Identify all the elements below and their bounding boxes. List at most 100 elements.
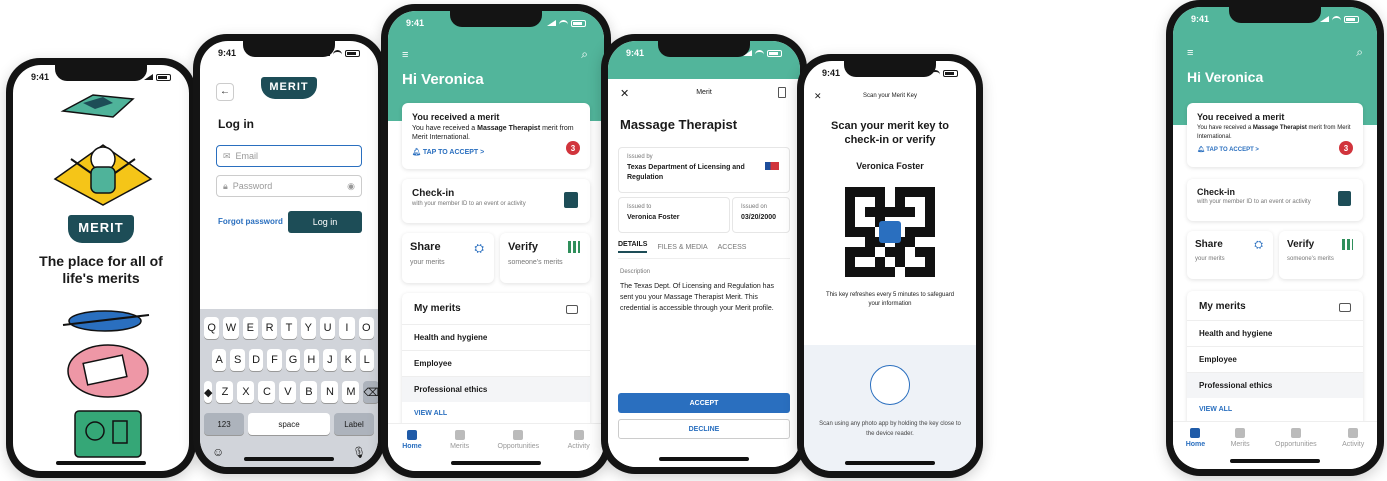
tab-details[interactable]: DETAILS	[618, 241, 648, 253]
qr-module	[865, 257, 875, 267]
merit-list-item[interactable]: Professional ethics	[402, 376, 590, 402]
keyboard-row-4: 123 space Label	[204, 413, 374, 435]
tab-home[interactable]: Home	[1186, 428, 1205, 469]
qr-module	[925, 267, 935, 277]
key-m[interactable]: M	[342, 381, 360, 403]
filter-icon[interactable]: ≡	[1187, 47, 1193, 59]
key-w[interactable]: W	[223, 317, 239, 339]
email-field[interactable]: ✉ Email	[216, 145, 362, 167]
merit-list-item[interactable]: Health and hygiene	[1187, 320, 1363, 346]
key-u[interactable]: U	[319, 317, 336, 339]
verify-card[interactable]: Verify someone's merits	[500, 233, 590, 283]
tab-home[interactable]: Home	[402, 430, 422, 471]
shift-key[interactable]: ◆	[204, 381, 213, 403]
checkin-card[interactable]: Check-in with your member ID to an event…	[402, 179, 590, 223]
trash-icon[interactable]	[778, 87, 786, 98]
key-b[interactable]: B	[300, 381, 318, 403]
key-i[interactable]: I	[339, 317, 355, 339]
key-x[interactable]: X	[237, 381, 255, 403]
password-field[interactable]: 🔒︎ Password ◉	[216, 175, 362, 197]
qr-module	[855, 217, 865, 227]
scan-name: Veronica Foster	[856, 161, 924, 171]
accept-button[interactable]: ACCEPT	[618, 393, 790, 413]
filter-icon[interactable]: ≡	[402, 49, 408, 61]
tab-files-media[interactable]: FILES & MEDIA	[657, 244, 707, 251]
key-f[interactable]: F	[267, 349, 282, 371]
key-j[interactable]: J	[322, 349, 338, 371]
key-a[interactable]: A	[212, 349, 227, 371]
view-all-link[interactable]: VIEW ALL	[402, 410, 590, 417]
phone-welcome: 9:41 MERIT The place for all of life's m…	[6, 58, 196, 478]
verify-card[interactable]: Verify someone's merits	[1279, 231, 1363, 279]
home-indicator	[845, 461, 935, 465]
qr-module	[895, 197, 905, 207]
notification-badge: 3	[1339, 141, 1353, 155]
key-c[interactable]: C	[258, 381, 276, 403]
wallet-icon	[566, 305, 578, 314]
search-icon[interactable]: ⌕	[581, 47, 588, 62]
search-icon[interactable]: ⌕	[1356, 45, 1363, 60]
issued-to-label: Issued to	[627, 204, 652, 210]
emoji-icon[interactable]: ☺	[212, 445, 224, 459]
home-indicator	[56, 461, 146, 465]
merit-list-item[interactable]: Professional ethics	[1187, 372, 1363, 398]
login-button[interactable]: Log in	[288, 211, 362, 233]
login-title: Log in	[218, 117, 254, 131]
description-text: The Texas Dept. Of Licensing and Regulat…	[620, 283, 774, 312]
key-n[interactable]: N	[321, 381, 339, 403]
qr-module	[915, 237, 925, 247]
qr-module	[905, 247, 915, 257]
key-l[interactable]: L	[359, 349, 374, 371]
key-s[interactable]: S	[230, 349, 245, 371]
key-o[interactable]: O	[358, 317, 374, 339]
key-y[interactable]: Y	[300, 317, 316, 339]
checkin-card[interactable]: Check-in with your member ID to an event…	[1187, 179, 1363, 221]
merit-title: Massage Therapist	[620, 117, 738, 132]
qr-module	[875, 257, 885, 267]
qr-module	[885, 247, 895, 257]
qr-icon	[1342, 239, 1353, 250]
notch	[844, 61, 936, 77]
tap-to-accept-link[interactable]: 🔔︎ TAP TO ACCEPT >	[412, 148, 580, 156]
label-key[interactable]: Label	[334, 413, 374, 435]
eye-icon[interactable]: ◉	[347, 181, 355, 192]
qr-module	[845, 217, 855, 227]
share-card[interactable]: Share your merits ⛭	[1187, 231, 1273, 279]
view-all-link[interactable]: VIEW ALL	[1187, 406, 1363, 413]
key-g[interactable]: G	[285, 349, 301, 371]
swimmer-illustration	[62, 310, 150, 332]
merit-notice-card[interactable]: You received a merit You have received a…	[1187, 103, 1363, 167]
qr-module	[915, 267, 925, 277]
space-key[interactable]: space	[248, 413, 330, 435]
tap-to-accept-link[interactable]: 🔔︎ TAP TO ACCEPT >	[1197, 146, 1353, 153]
key-z[interactable]: Z	[216, 381, 234, 403]
key-e[interactable]: E	[242, 317, 258, 339]
key-h[interactable]: H	[304, 349, 319, 371]
key-q[interactable]: Q	[204, 317, 220, 339]
tab-activity[interactable]: Activity	[568, 430, 590, 471]
merit-list-item[interactable]: Employee	[1187, 346, 1363, 372]
merit-list-item[interactable]: Health and hygiene	[402, 324, 590, 350]
mic-icon[interactable]: 🎙︎	[352, 446, 366, 459]
key-v[interactable]: V	[279, 381, 297, 403]
login-screen: 9:41 ← MERIT Log in ✉ Email 🔒︎ Password ◉ …	[200, 41, 378, 467]
share-card[interactable]: Share your merits ⛭	[402, 233, 494, 283]
scan-header: Scan your Merit Key	[862, 93, 918, 99]
qr-module	[925, 237, 935, 247]
forgot-password-link[interactable]: Forgot password	[218, 217, 283, 226]
decline-button[interactable]: DECLINE	[618, 419, 790, 439]
delete-key[interactable]: ⌫	[363, 381, 378, 403]
merits-icon	[454, 430, 465, 440]
tab-activity[interactable]: Activity	[1342, 428, 1364, 469]
numbers-key[interactable]: 123	[204, 413, 244, 435]
key-r[interactable]: R	[261, 317, 278, 339]
merit-list-item[interactable]: Employee	[402, 350, 590, 376]
qr-module	[845, 237, 855, 247]
key-t[interactable]: T	[281, 317, 297, 339]
tab-access[interactable]: ACCESS	[718, 244, 747, 251]
key-k[interactable]: K	[341, 349, 356, 371]
merit-notice-card[interactable]: You received a merit You have received a…	[402, 103, 590, 169]
key-d[interactable]: D	[248, 349, 264, 371]
greeting: Hi Veronica	[1187, 69, 1264, 85]
id-card-icon	[564, 192, 578, 208]
